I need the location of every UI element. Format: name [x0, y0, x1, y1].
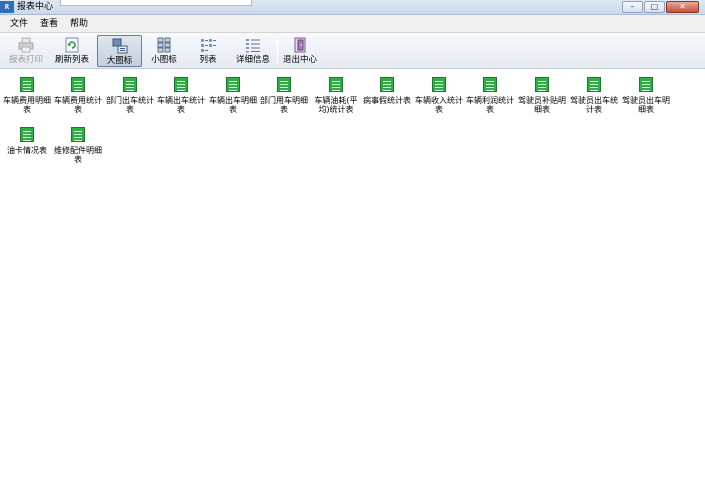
report-label: 驾驶员补贴明细表 [518, 96, 566, 114]
minimize-button[interactable]: – [622, 1, 643, 13]
report-label: 车辆出车统计表 [157, 96, 205, 114]
small-icons-button[interactable]: 小图标 [146, 35, 182, 67]
report-item[interactable]: 病事假统计表 [361, 77, 413, 105]
title-bar: R 报表中心 – □ ✕ [0, 0, 705, 15]
report-item[interactable]: 驾驶员出车明细表 [620, 77, 672, 114]
close-button[interactable]: ✕ [666, 1, 699, 13]
report-label: 驾驶员出车明细表 [622, 96, 670, 114]
report-icon [71, 77, 85, 92]
print-report-label: 报表打印 [8, 55, 43, 65]
report-item[interactable]: 油卡情况表 [1, 127, 53, 155]
large-icons-icon [112, 38, 127, 54]
refresh-list-button[interactable]: 刷新列表 [51, 35, 93, 67]
window-title: 报表中心 [17, 2, 54, 12]
report-label: 车辆油耗(平均)统计表 [314, 96, 358, 114]
report-label: 车辆利润统计表 [466, 96, 514, 114]
print-report-button[interactable]: 报表打印 [6, 35, 46, 67]
report-item[interactable]: 维修配件明细表 [52, 127, 104, 164]
report-icon [587, 77, 601, 92]
report-label: 车辆费用明细表 [3, 96, 51, 114]
maximize-button[interactable]: □ [644, 1, 665, 13]
report-label: 病事假统计表 [363, 96, 411, 105]
report-label: 油卡情况表 [7, 146, 47, 155]
menu-view[interactable]: 查看 [34, 16, 64, 32]
report-label: 驾驶员出车统计表 [570, 96, 618, 114]
exit-center-label: 退出中心 [282, 55, 317, 65]
toolbar: 报表打印 刷新列表 大图标 小图标 列表 详细信息 退出中心 [0, 33, 705, 69]
report-item[interactable]: 车辆费用统计表 [52, 77, 104, 114]
report-item[interactable]: 驾驶员出车统计表 [568, 77, 620, 114]
report-item[interactable]: 车辆出车明细表 [207, 77, 259, 114]
report-icon [329, 77, 343, 92]
menu-file[interactable]: 文件 [4, 16, 34, 32]
overlay-window-fragment [60, 0, 252, 6]
details-view-button[interactable]: 详细信息 [232, 35, 274, 67]
window-controls: – □ ✕ [621, 1, 699, 13]
list-view-label: 列表 [199, 55, 217, 65]
report-label: 部门出车统计表 [106, 96, 154, 114]
exit-center-button[interactable]: 退出中心 [281, 35, 319, 67]
report-icon [20, 127, 34, 142]
small-icons-icon [157, 37, 171, 53]
report-item[interactable]: 部门用车明细表 [258, 77, 310, 114]
report-list: 车辆费用明细表 车辆费用统计表 部门出车统计表 车辆出车统计表 车辆出车明细表 … [0, 69, 705, 500]
refresh-icon [65, 37, 79, 53]
report-icon [20, 77, 34, 92]
report-item[interactable]: 车辆收入统计表 [413, 77, 465, 114]
report-icon [432, 77, 446, 92]
list-view-button[interactable]: 列表 [190, 35, 226, 67]
report-icon [226, 77, 240, 92]
report-label: 车辆出车明细表 [209, 96, 257, 114]
small-icons-label: 小图标 [151, 55, 177, 65]
refresh-list-label: 刷新列表 [54, 55, 89, 65]
report-icon [535, 77, 549, 92]
report-label: 车辆费用统计表 [54, 96, 102, 114]
report-icon [380, 77, 394, 92]
report-icon [123, 77, 137, 92]
exit-icon [294, 37, 306, 53]
printer-icon [18, 37, 34, 53]
report-item[interactable]: 车辆利润统计表 [464, 77, 516, 114]
report-icon [639, 77, 653, 92]
report-icon [483, 77, 497, 92]
report-item[interactable]: 车辆出车统计表 [155, 77, 207, 114]
report-label: 部门用车明细表 [260, 96, 308, 114]
report-item[interactable]: 部门出车统计表 [104, 77, 156, 114]
app-icon: R [0, 1, 14, 13]
report-icon [71, 127, 85, 142]
menu-bar: 文件 查看 帮助 [0, 15, 705, 33]
menu-help[interactable]: 帮助 [64, 16, 94, 32]
report-item[interactable]: 驾驶员补贴明细表 [516, 77, 568, 114]
report-icon [277, 77, 291, 92]
report-icon [174, 77, 188, 92]
large-icons-label: 大图标 [106, 56, 133, 66]
toolbar-separator [277, 37, 278, 64]
details-view-icon [246, 39, 260, 53]
report-item[interactable]: 车辆费用明细表 [1, 77, 53, 114]
details-view-label: 详细信息 [235, 55, 270, 65]
report-label: 维修配件明细表 [54, 146, 102, 164]
large-icons-button[interactable]: 大图标 [97, 35, 142, 67]
report-label: 车辆收入统计表 [415, 96, 463, 114]
list-view-icon [201, 39, 216, 52]
report-item[interactable]: 车辆油耗(平均)统计表 [310, 77, 362, 114]
